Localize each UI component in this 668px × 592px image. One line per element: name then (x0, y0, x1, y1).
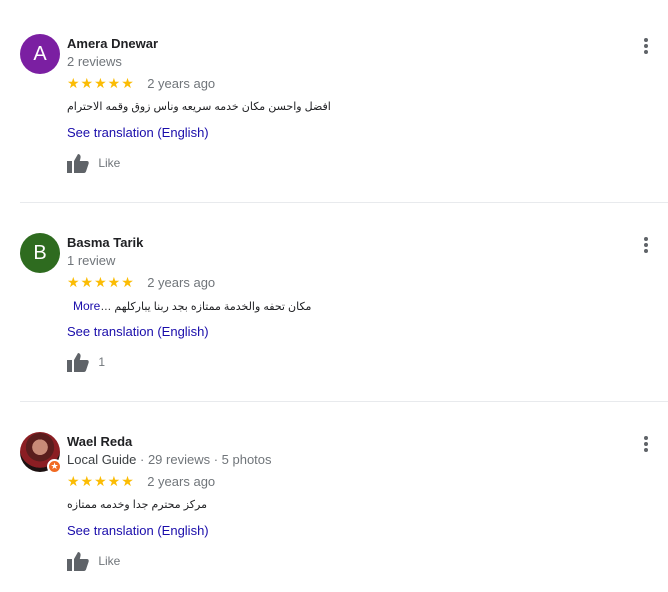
see-translation-link[interactable]: See translation (English) (67, 324, 209, 339)
review-card: ★ Wael Reda Local Guide · 29 reviews · 5… (0, 432, 668, 582)
reviewer-name[interactable]: Wael Reda (67, 434, 132, 449)
see-translation-link[interactable]: See translation (English) (67, 125, 209, 140)
review-date: 2 years ago (147, 275, 216, 291)
like-count: 1 (98, 355, 106, 369)
more-vert-icon[interactable] (636, 236, 656, 256)
like-button[interactable]: 1 (67, 352, 105, 376)
review-count: · 29 reviews · 5 photos (140, 452, 272, 467)
more-link[interactable]: More (73, 299, 100, 313)
thumbs-up-icon (67, 353, 89, 372)
like-button[interactable]: Like (67, 551, 120, 575)
divider (20, 202, 668, 203)
review-text: مركز محترم جدا وخدمه ممتازه (67, 499, 207, 511)
like-button[interactable]: Like (67, 153, 120, 177)
review-count: 2 reviews (67, 54, 122, 69)
more-vert-icon[interactable] (636, 37, 656, 57)
star-rating: ★★★★★ (67, 473, 135, 490)
avatar[interactable]: ★ (20, 432, 62, 474)
star-rating: ★★★★★ (67, 274, 135, 291)
avatar[interactable]: A (20, 34, 60, 74)
review-text: مكان تحفه والخدمة ممتازه بجد ربنا يباركل… (100, 301, 312, 313)
rating-row: ★★★★★ 2 years ago (67, 274, 215, 292)
review-text-container: مكان تحفه والخدمة ممتازه بجد ربنا يباركل… (67, 299, 397, 313)
divider (20, 401, 668, 402)
rating-row: ★★★★★ 2 years ago (67, 473, 215, 491)
star-badge-icon: ★ (47, 459, 62, 474)
review-count: 1 review (67, 253, 116, 268)
avatar[interactable]: B (20, 233, 60, 273)
more-vert-icon[interactable] (636, 435, 656, 455)
star-rating: ★★★★★ (67, 75, 135, 92)
rating-row: ★★★★★ 2 years ago (67, 75, 215, 93)
review-date: 2 years ago (147, 474, 216, 490)
review-card: B Basma Tarik 1 review ★★★★★ 2 years ago… (0, 233, 668, 383)
reviewer-name[interactable]: Basma Tarik (67, 235, 143, 250)
like-label: Like (98, 554, 121, 568)
thumbs-up-icon (67, 154, 89, 173)
like-label: Like (98, 156, 121, 170)
review-text: افضل واحسن مكان خدمه سريعه وناس زوق وقمه… (67, 101, 331, 113)
local-guide-label: Local Guide (67, 452, 137, 467)
review-card: A Amera Dnewar 2 reviews ★★★★★ 2 years a… (0, 34, 668, 184)
reviewer-name[interactable]: Amera Dnewar (67, 36, 158, 51)
reviewer-meta: Local Guide · 29 reviews · 5 photos (67, 452, 272, 467)
thumbs-up-icon (67, 552, 89, 571)
review-date: 2 years ago (147, 76, 216, 92)
see-translation-link[interactable]: See translation (English) (67, 523, 209, 538)
